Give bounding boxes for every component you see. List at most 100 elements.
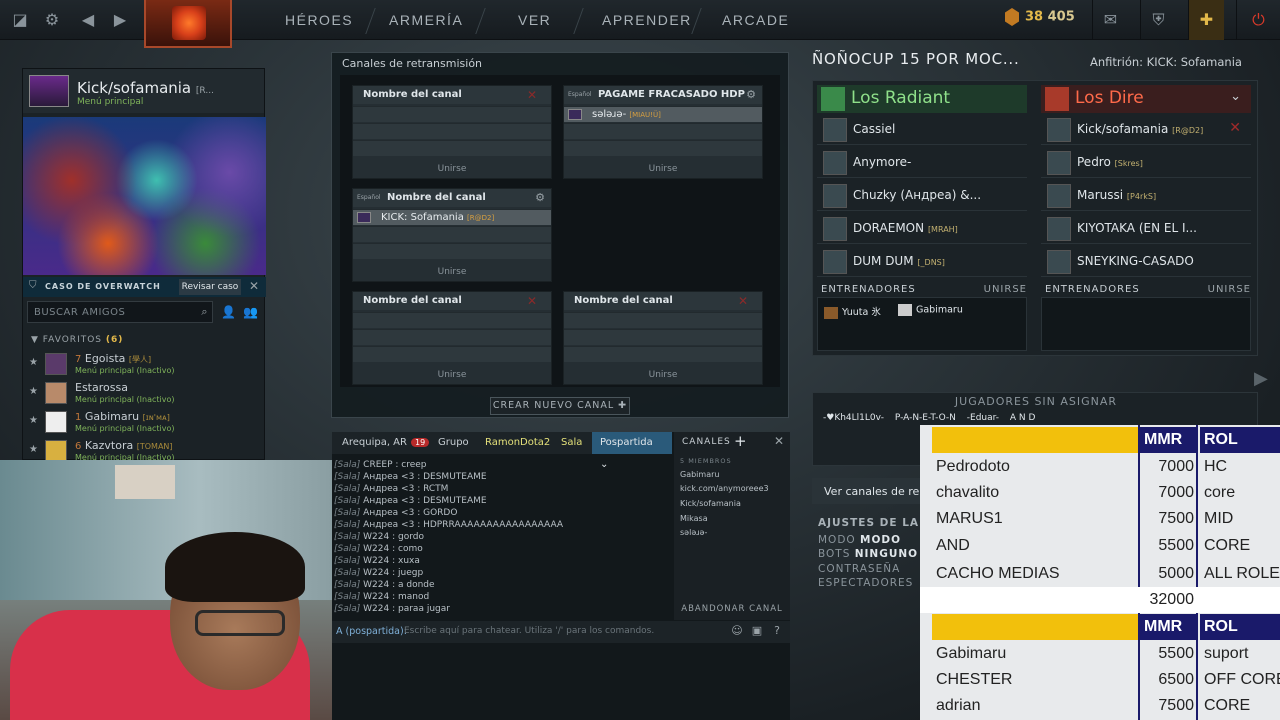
chat-message: [Sala] W224 : como	[334, 544, 423, 554]
plus-icon[interactable]: ✚	[1188, 0, 1224, 40]
member-item[interactable]: Kick/sofamania	[680, 499, 741, 508]
nav-armory[interactable]: ARMERÍA	[389, 12, 463, 28]
gear-icon[interactable]: ⚙	[42, 10, 62, 30]
emoji-icon[interactable]: ☺	[730, 624, 744, 638]
gear-icon[interactable]: ⚙	[535, 191, 545, 204]
dota-logo[interactable]	[144, 0, 232, 48]
spreadsheet-overlay: MMR ROL Pedrodoto 7000 HC chavalito 7000 cor…	[920, 425, 1280, 720]
forward-arrow-icon[interactable]: ▶	[110, 10, 130, 30]
dashboard-icon[interactable]: ◪	[10, 10, 30, 30]
radiant-player-slot[interactable]: Anymore-	[817, 148, 1027, 178]
panel-title: Canales de retransmisión	[342, 57, 483, 70]
play-arrow-icon[interactable]: ▶	[1254, 368, 1268, 389]
channel-slot[interactable]: Español Nombre del canal ⚙ KICK: Sofamania…	[352, 188, 552, 282]
member-item[interactable]: kick.com/anymoreee3	[680, 484, 769, 493]
join-button[interactable]: Unirse	[353, 164, 551, 174]
channel-slot[interactable]: Nombre del canal ✕ Unirse	[352, 291, 552, 385]
dire-player-slot[interactable]: Pedro [Skres]	[1041, 148, 1251, 178]
leave-channel-button[interactable]: ABANDONAR CANAL	[674, 604, 790, 614]
join-button[interactable]: Unirse	[564, 164, 762, 174]
channel-slot[interactable]: Nombre del canal ✕ Unirse	[563, 291, 763, 385]
tab-ramondota2[interactable]: RamonDota2	[485, 437, 550, 448]
help-icon[interactable]: ?	[770, 624, 784, 638]
coach-entry[interactable]: Gabimaru	[898, 304, 963, 316]
back-arrow-icon[interactable]: ◀	[78, 10, 98, 30]
gear-icon[interactable]: ⚙	[746, 88, 756, 101]
coach-entry[interactable]: Yuuta 氷	[824, 304, 881, 319]
member-item[interactable]: sәlәɹә-	[680, 528, 707, 537]
radiant-coaches-box: Yuuta 氷 Gabimaru	[817, 297, 1027, 351]
join-button[interactable]: Unirse	[353, 267, 551, 277]
member-item[interactable]: Gabimaru	[680, 470, 719, 479]
create-channel-button[interactable]: CREAR NUEVO CANAL ✚	[490, 397, 630, 415]
friend-item[interactable]: ★ Estarossa Menú principal (Inactivo)	[29, 380, 259, 408]
favorites-header[interactable]: ▼ FAVORITOS (6)	[31, 335, 123, 345]
mail-icon[interactable]: ✉	[1092, 0, 1128, 40]
friend-item[interactable]: ★ 7 Egoista [學人] Menú principal (Inactiv…	[29, 351, 259, 379]
sheet-header: MMR ROL	[932, 427, 1280, 453]
total-row: 32000	[1149, 591, 1195, 608]
close-icon[interactable]: ✕	[527, 88, 537, 102]
channel-slot[interactable]: Nombre del canal ✕ Unirse	[352, 85, 552, 179]
close-icon[interactable]: ✕	[774, 434, 784, 448]
image-icon[interactable]: ▣	[750, 624, 764, 638]
friend-item[interactable]: ★ 1 Gabimaru [ɪɴ'ᴍᴀ] Menú principal (Ina…	[29, 409, 259, 437]
chevron-down-icon[interactable]: ⌄	[1230, 89, 1241, 104]
radiant-player-slot[interactable]: DORAEMON [MRAH]	[817, 214, 1027, 244]
join-button[interactable]: Unirse	[564, 370, 762, 380]
tab-pospartida[interactable]: Pospartida ⌄	[592, 432, 672, 470]
radiant-player-slot[interactable]: DUM DUM [_DNS]	[817, 247, 1027, 277]
add-channel-icon[interactable]: +	[734, 432, 747, 450]
power-icon[interactable]: ⏻	[1236, 0, 1280, 40]
join-coach-button[interactable]: UNIRSE	[984, 284, 1027, 295]
close-icon[interactable]: ✕	[249, 279, 259, 293]
tab-group[interactable]: Grupo	[438, 437, 469, 448]
channel-slot[interactable]: Español PAGAME FRACASADO HDP ⚙ sәlәɹә- [MI…	[563, 85, 763, 179]
avatar	[45, 440, 67, 462]
profile-name[interactable]: Kick/sofamania [R...	[77, 79, 214, 97]
dire-player-slot[interactable]: Marussi [P4rkS]	[1041, 181, 1251, 211]
table-row: MARUS1 7500 MID	[936, 510, 1234, 527]
lobby-host: Anfitrión: KICK: Sofamania	[1090, 55, 1242, 69]
table-row: CACHO MEDIAS5000ALL ROLES	[936, 565, 1280, 582]
nav-arcade[interactable]: ARCADE	[722, 12, 789, 28]
join-coach-button[interactable]: UNIRSE	[1208, 284, 1251, 295]
kick-player-icon[interactable]: ✕	[1229, 120, 1241, 136]
unassigned-player[interactable]: A N D	[1010, 413, 1036, 423]
star-icon: ★	[29, 415, 38, 426]
shards-counter[interactable]: 38 405	[1005, 8, 1075, 26]
join-button[interactable]: Unirse	[353, 370, 551, 380]
dire-player-slot[interactable]: Kick/sofamania [R@D2] ✕	[1041, 115, 1251, 145]
dire-player-slot[interactable]: KIYOTAKA (EN EL I...	[1041, 214, 1251, 244]
chat-input[interactable]: A (pospartida): Escribe aquí para chatea…	[332, 621, 790, 643]
unassigned-player[interactable]: -Eduar-	[967, 413, 999, 423]
dire-player-slot[interactable]: SNEYKING-CASADO	[1041, 247, 1251, 277]
friend-search-input[interactable]: BUSCAR AMIGOS ⌕	[27, 301, 213, 323]
chat-messages: [Sala] CREEP : creep [Sala] Андреа <3 : …	[334, 460, 670, 616]
armory-icon[interactable]: ⛨	[1140, 0, 1176, 40]
unassigned-player[interactable]: -♥Kh4Ll1L0v-	[823, 413, 884, 423]
close-icon[interactable]: ✕	[527, 294, 537, 308]
table-row: Pedrodoto 7000 HC	[936, 458, 1228, 475]
member-item[interactable]: Mikasa	[680, 514, 708, 523]
review-case-button[interactable]: Revisar caso	[179, 279, 241, 295]
nav-heroes[interactable]: HÉROES	[285, 12, 353, 28]
avatar[interactable]	[29, 75, 69, 107]
dire-header[interactable]: Los Dire ⌄	[1041, 85, 1251, 113]
hero-showcase[interactable]	[23, 117, 266, 275]
table-row: Gabimaru 5500 suport	[936, 645, 1249, 662]
radiant-header[interactable]: Los Radiant	[817, 85, 1027, 113]
close-icon[interactable]: ✕	[738, 294, 748, 308]
friends-group-icon[interactable]: 👥	[243, 305, 258, 319]
tab-sala[interactable]: Sala	[561, 437, 582, 448]
add-friend-icon[interactable]: 👤	[221, 305, 236, 319]
nav-learn[interactable]: APRENDER	[602, 12, 692, 28]
radiant-player-slot[interactable]: Cassiel	[817, 115, 1027, 145]
unassigned-player[interactable]: P-A-N-E-T-O-N	[895, 413, 956, 423]
radiant-player-slot[interactable]: Chuzky (Андреа) &...	[817, 181, 1027, 211]
nav-watch[interactable]: VER	[518, 12, 551, 28]
overwatch-bar: ⛉ CASO DE OVERWATCH Revisar caso ✕	[23, 277, 266, 297]
channels-label: CANALES	[682, 437, 731, 447]
tab-arequipa[interactable]: Arequipa, AR 19	[342, 437, 430, 448]
lobby-settings: AJUSTES DE LA S MODO MODO BOTS NINGUNO C…	[818, 517, 928, 589]
